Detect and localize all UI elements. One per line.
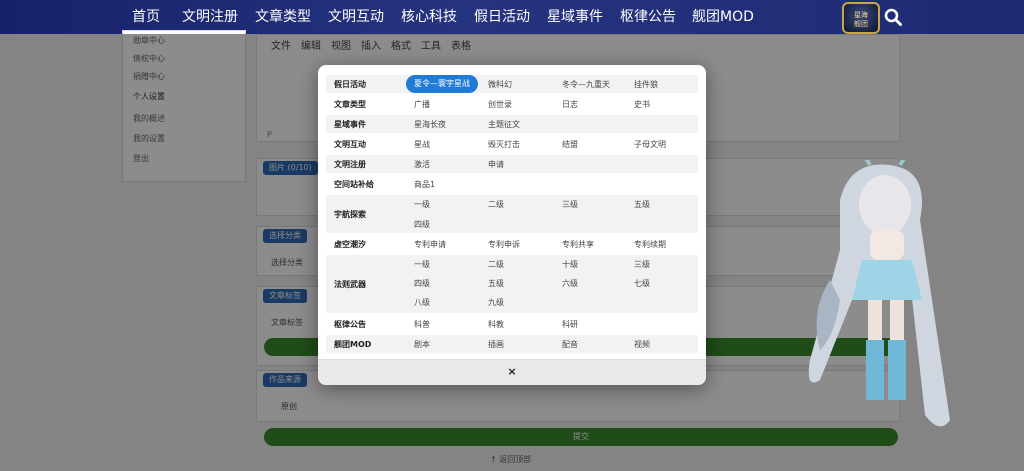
option-selected[interactable]: 夏令—寰宇星战: [406, 75, 478, 93]
modal-footer: ×: [318, 359, 706, 385]
category-row: 空间站补给 商品1: [326, 175, 698, 193]
category-row: 法则武器 一级 二级 十级 三级 四级 五级 六级 七级 八级 九级: [326, 255, 698, 313]
option[interactable]: 专利共享: [562, 239, 594, 250]
option[interactable]: 激活: [414, 159, 430, 170]
category-row: 枢律公告 科普 科教 科研: [326, 315, 698, 333]
option[interactable]: 视频: [634, 339, 650, 350]
category-row: 假日活动 夏令—寰宇星战 微科幻 冬令—九重天 挂件狼: [326, 75, 698, 93]
option[interactable]: 七级: [634, 278, 650, 289]
option[interactable]: 科普: [414, 319, 430, 330]
option[interactable]: 日志: [562, 99, 578, 110]
category-row: 舰团MOD 剧本 插画 配音 视频: [326, 335, 698, 353]
top-nav: 首页 文明注册 文章类型 文明互动 核心科技 假日活动 星域事件 枢律公告 舰团…: [0, 0, 1024, 34]
option[interactable]: 星战: [414, 139, 430, 150]
option[interactable]: 毁灭打击: [488, 139, 520, 150]
category-row: 文明注册 激活 申请: [326, 155, 698, 173]
option[interactable]: 子母文明: [634, 139, 666, 150]
category-label: 星域事件: [334, 120, 366, 129]
option[interactable]: 创世录: [488, 99, 512, 110]
nav-article-type[interactable]: 文章类型: [255, 0, 311, 34]
category-label: 舰团MOD: [334, 340, 372, 349]
option[interactable]: 冬令—九重天: [562, 79, 610, 90]
category-row: 虚空潮汐 专利申请 专利申诉 专利共享 专利续期: [326, 235, 698, 253]
option[interactable]: 二级: [488, 199, 504, 210]
option[interactable]: 三级: [562, 199, 578, 210]
option[interactable]: 星海长夜: [414, 119, 446, 130]
option[interactable]: 二级: [488, 259, 504, 270]
category-label: 文明互动: [334, 140, 366, 149]
option[interactable]: 专利续期: [634, 239, 666, 250]
option[interactable]: 专利申请: [414, 239, 446, 250]
option[interactable]: 三级: [634, 259, 650, 270]
anime-character-illustration: [808, 160, 950, 427]
option[interactable]: 四级: [414, 219, 430, 230]
option[interactable]: 八级: [414, 297, 430, 308]
option[interactable]: 专利申诉: [488, 239, 520, 250]
category-label: 宇航探索: [334, 210, 366, 219]
category-label: 枢律公告: [334, 320, 366, 329]
category-label: 文明注册: [334, 160, 366, 169]
category-row: 文章类型 广播 创世录 日志 史书: [326, 95, 698, 113]
category-label: 文章类型: [334, 100, 366, 109]
back-to-top-label: 返回顶部: [499, 455, 532, 464]
option[interactable]: 挂件狼: [634, 79, 658, 90]
option[interactable]: 六级: [562, 278, 578, 289]
option[interactable]: 主题征文: [488, 119, 520, 130]
option[interactable]: 一级: [414, 259, 430, 270]
category-label: 虚空潮汐: [334, 240, 366, 249]
nav-fleet-mod[interactable]: 舰团MOD: [692, 0, 754, 34]
option[interactable]: 四级: [414, 278, 430, 289]
nav-home[interactable]: 首页: [132, 0, 160, 34]
option[interactable]: 史书: [634, 99, 650, 110]
option[interactable]: 商品1: [414, 179, 435, 190]
option[interactable]: 九级: [488, 297, 504, 308]
nav-star-events[interactable]: 星域事件: [547, 0, 603, 34]
category-row: 星域事件 星海长夜 主题征文: [326, 115, 698, 133]
nav-civ-interact[interactable]: 文明互动: [328, 0, 384, 34]
category-row: 文明互动 星战 毁灭打击 结盟 子母文明: [326, 135, 698, 153]
option[interactable]: 插画: [488, 339, 504, 350]
category-modal: 假日活动 夏令—寰宇星战 微科幻 冬令—九重天 挂件狼 文章类型 广播 创世录 …: [318, 65, 706, 385]
option[interactable]: 科研: [562, 319, 578, 330]
option[interactable]: 微科幻: [488, 79, 512, 90]
category-label: 法则武器: [334, 280, 366, 289]
nav-holiday[interactable]: 假日活动: [474, 0, 530, 34]
option[interactable]: 剧本: [414, 339, 430, 350]
nav-announcements[interactable]: 枢律公告: [620, 0, 676, 34]
category-row: 宇航探索 一级 二级 三级 五级 四级: [326, 195, 698, 233]
back-to-top-link[interactable]: ↑ 返回顶部: [490, 454, 531, 465]
option[interactable]: 五级: [634, 199, 650, 210]
site-logo[interactable]: 星海 舰团: [842, 2, 880, 34]
close-icon[interactable]: ×: [505, 365, 519, 379]
search-icon[interactable]: [884, 8, 902, 26]
option[interactable]: 结盟: [562, 139, 578, 150]
category-label: 假日活动: [334, 80, 366, 89]
nav-civ-register[interactable]: 文明注册: [182, 0, 238, 34]
option[interactable]: 五级: [488, 278, 504, 289]
option[interactable]: 配音: [562, 339, 578, 350]
option[interactable]: 科教: [488, 319, 504, 330]
nav-core-tech[interactable]: 核心科技: [401, 0, 457, 34]
option[interactable]: 广播: [414, 99, 430, 110]
option[interactable]: 申请: [488, 159, 504, 170]
option[interactable]: 一级: [414, 199, 430, 210]
option[interactable]: 十级: [562, 259, 578, 270]
category-label: 空间站补给: [334, 180, 374, 189]
